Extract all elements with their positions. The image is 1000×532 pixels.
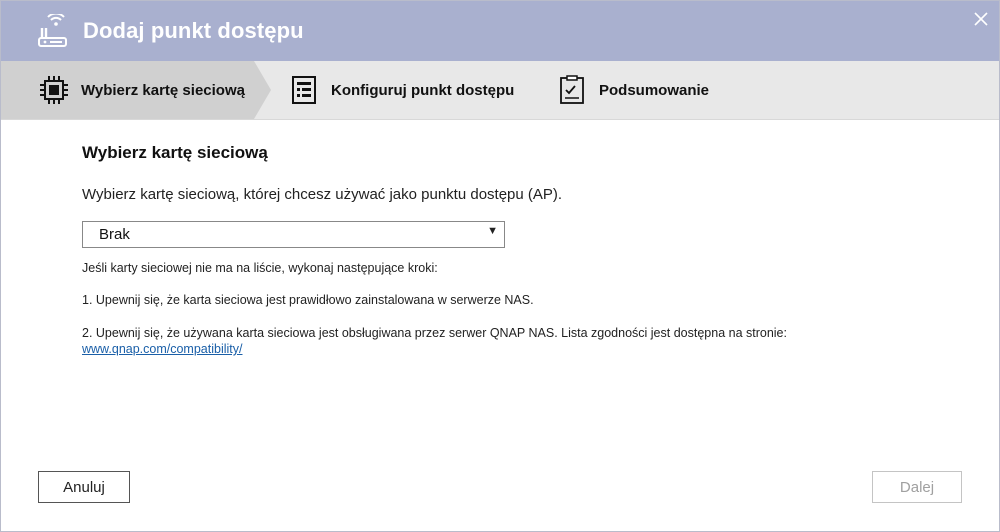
dialog-title: Dodaj punkt dostępu bbox=[83, 18, 304, 43]
step-select-network-card[interactable]: Wybierz kartę sieciową bbox=[39, 61, 245, 119]
section-description: Wybierz kartę sieciową, której chcesz uż… bbox=[82, 186, 563, 203]
checklist-icon bbox=[557, 75, 587, 105]
step-label: Podsumowanie bbox=[599, 81, 710, 99]
dialog-titlebar: Dodaj punkt dostępu bbox=[1, 1, 999, 61]
next-button[interactable]: Dalej bbox=[872, 471, 962, 503]
form-icon bbox=[289, 75, 319, 105]
step-configure-access-point[interactable]: Konfiguruj punkt dostępu bbox=[289, 61, 514, 119]
dropdown-arrow-icon[interactable]: ▼ bbox=[487, 225, 498, 237]
note-intro: Jeśli karty sieciowej nie ma na liście, … bbox=[82, 261, 438, 275]
close-icon[interactable] bbox=[971, 12, 991, 33]
select-value: Brak bbox=[99, 226, 130, 243]
note-step-1: 1. Upewnij się, że karta sieciowa jest p… bbox=[82, 293, 534, 307]
add-access-point-dialog: Dodaj punkt dostępu Wybierz kartę siecio… bbox=[0, 0, 1000, 532]
section-heading: Wybierz kartę sieciową bbox=[82, 143, 268, 162]
cancel-button[interactable]: Anuluj bbox=[38, 471, 130, 503]
step-summary[interactable]: Podsumowanie bbox=[557, 61, 709, 119]
step-label: Konfiguruj punkt dostępu bbox=[331, 81, 515, 99]
step-label: Wybierz kartę sieciową bbox=[81, 81, 245, 99]
network-card-select[interactable]: Brak ▼ bbox=[82, 221, 505, 248]
network-card-icon bbox=[39, 75, 69, 105]
wizard-steps: Wybierz kartę sieciową Konfiguruj punkt … bbox=[1, 61, 999, 120]
compatibility-link[interactable]: www.qnap.com/compatibility/ bbox=[82, 342, 242, 356]
router-icon bbox=[37, 12, 69, 50]
note-step-2: 2. Upewnij się, że używana karta sieciow… bbox=[82, 326, 787, 340]
close-button[interactable] bbox=[971, 9, 991, 29]
